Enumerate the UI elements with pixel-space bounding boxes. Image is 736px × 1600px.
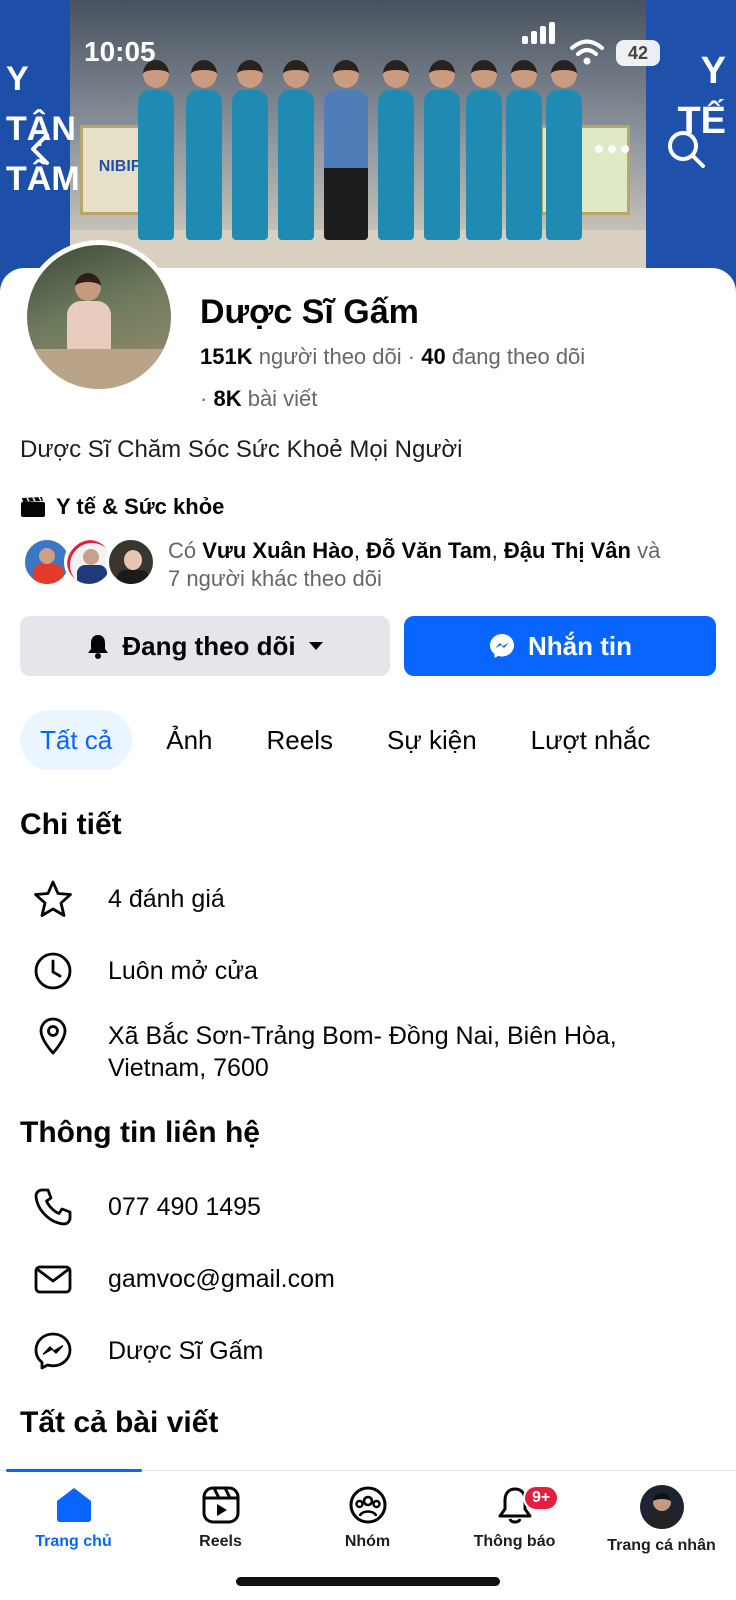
address-row[interactable]: Xã Bắc Sơn-Trảng Bom- Đồng Nai, Biên Hòa… — [30, 1013, 720, 1084]
followers-count[interactable]: 151K — [200, 344, 253, 369]
avatar-photo — [27, 245, 171, 389]
tab-all[interactable]: Tất cả — [20, 710, 133, 770]
mutual-name[interactable]: Đậu Thị Vân — [504, 538, 631, 563]
profile-category: Y tế & Sức khỏe — [20, 494, 224, 520]
home-icon — [56, 1488, 91, 1522]
nav-reels-label: Reels — [199, 1533, 242, 1550]
following-button[interactable]: Đang theo dõi — [20, 616, 390, 676]
messenger-row[interactable]: Dược Sĩ Gấm — [30, 1328, 720, 1374]
nav-home-label: Trang chủ — [35, 1533, 112, 1550]
search-icon — [668, 131, 705, 168]
caret-down-icon — [308, 642, 323, 650]
all-posts-title: Tất cả bài viết — [20, 1406, 219, 1439]
phone-text: 077 490 1495 — [108, 1193, 261, 1221]
mutual-avatar — [106, 537, 156, 587]
notifications-badge: 9+ — [523, 1485, 560, 1511]
messenger-icon — [490, 634, 514, 658]
home-indicator — [236, 1577, 500, 1586]
nav-notifications[interactable]: 9+ Thông báo — [441, 1485, 588, 1551]
chevron-left-icon — [31, 133, 49, 165]
bell-icon — [88, 635, 109, 659]
email-text: gamvoc@gmail.com — [108, 1265, 335, 1293]
phone-row[interactable]: 077 490 1495 — [30, 1184, 720, 1230]
address-text: Xã Bắc Sơn-Trảng Bom- Đồng Nai, Biên Hòa… — [108, 1022, 617, 1082]
rating-text: 4 đánh giá — [108, 885, 225, 913]
nav-notifications-label: Thông báo — [473, 1533, 556, 1550]
rating-row[interactable]: 4 đánh giá — [30, 876, 720, 922]
nav-home[interactable]: Trang chủ — [0, 1485, 147, 1551]
mutual-name[interactable]: Vưu Xuân Hào — [202, 538, 354, 563]
wifi-icon — [570, 39, 604, 65]
status-bar: 10:05 42 — [0, 0, 736, 100]
nav-groups[interactable]: Nhóm — [294, 1485, 441, 1551]
star-icon — [34, 880, 72, 917]
clock-icon — [34, 952, 72, 990]
tab-photos[interactable]: Ảnh — [146, 710, 232, 770]
back-button[interactable] — [16, 125, 64, 173]
messenger-text: Dược Sĩ Gấm — [108, 1337, 264, 1365]
posts-stats: · 8K bài viết — [200, 386, 318, 411]
category-label[interactable]: Y tế & Sức khỏe — [56, 494, 224, 520]
tab-reels[interactable]: Reels — [247, 710, 353, 770]
nav-profile[interactable]: Trang cá nhân — [588, 1485, 735, 1555]
messenger-outline-icon — [34, 1332, 72, 1370]
profile-avatar[interactable] — [22, 240, 176, 394]
nav-profile-label: Trang cá nhân — [607, 1537, 716, 1554]
mutual-name[interactable]: Đỗ Văn Tam — [366, 538, 492, 563]
mutual-followers-text: Có Vưu Xuân Hào, Đỗ Văn Tam, Đậu Thị Vân… — [168, 538, 661, 591]
more-options-button[interactable] — [588, 125, 636, 173]
following-count[interactable]: 40 — [421, 344, 445, 369]
contact-title: Thông tin liên hệ — [20, 1116, 260, 1149]
active-tab-indicator — [6, 1469, 142, 1472]
followers-label[interactable]: người theo dõi — [259, 344, 402, 369]
profile-stats: 151K người theo dõi · 40 đang theo dõi — [200, 344, 586, 369]
envelope-icon — [34, 1265, 72, 1294]
message-button[interactable]: Nhắn tin — [404, 616, 716, 676]
profile-avatar-small — [639, 1485, 684, 1529]
posts-label: bài viết — [247, 386, 318, 411]
profile-tabs: Tất cả Ảnh Reels Sự kiện Lượt nhắc — [20, 710, 684, 770]
details-title: Chi tiết — [20, 808, 122, 841]
reels-icon — [202, 1486, 239, 1524]
following-button-label: Đang theo dõi — [122, 630, 296, 661]
mutual-followers[interactable]: Có Vưu Xuân Hào, Đỗ Văn Tam, Đậu Thị Vân… — [22, 537, 688, 593]
profile-name: Dược Sĩ Gấm — [200, 293, 419, 331]
tab-events[interactable]: Sự kiện — [367, 710, 497, 770]
message-button-label: Nhắn tin — [528, 630, 632, 661]
following-label[interactable]: đang theo dõi — [452, 344, 585, 369]
nav-groups-label: Nhóm — [344, 1533, 391, 1550]
hours-text: Luôn mở cửa — [108, 957, 258, 985]
status-time: 10:05 — [84, 36, 156, 67]
battery-icon: 42 — [616, 40, 660, 66]
nav-reels[interactable]: Reels — [147, 1485, 294, 1551]
more-dots-icon — [595, 145, 629, 153]
profile-bio: Dược Sĩ Chăm Sóc Sức Khoẻ Mọi Người — [20, 436, 463, 463]
groups-icon — [349, 1486, 386, 1524]
search-button[interactable] — [662, 125, 710, 173]
hours-row: Luôn mở cửa — [30, 948, 720, 994]
email-row[interactable]: gamvoc@gmail.com — [30, 1256, 720, 1302]
phone-icon — [34, 1188, 72, 1226]
posts-count: 8K — [213, 386, 242, 411]
tab-mentions[interactable]: Lượt nhắc — [511, 710, 671, 770]
profile-card — [0, 268, 736, 1600]
location-pin-icon — [39, 1017, 67, 1055]
clapperboard-icon — [21, 496, 45, 517]
